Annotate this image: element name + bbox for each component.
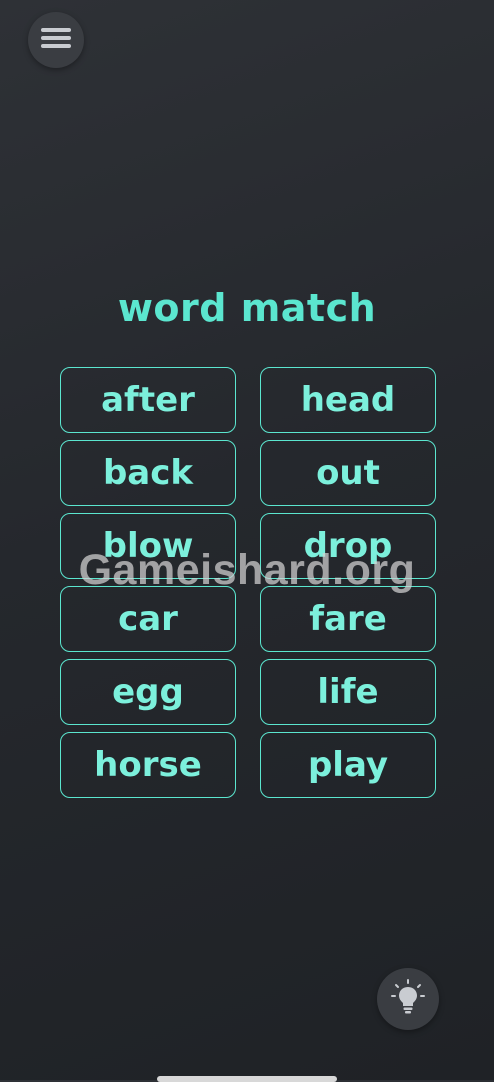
word-grid: after head back out blow drop car fare e… — [60, 367, 436, 798]
word-tile-blow[interactable]: blow — [60, 513, 236, 579]
hamburger-menu-icon — [41, 26, 71, 54]
menu-button[interactable] — [28, 12, 84, 68]
word-tile-play[interactable]: play — [260, 732, 436, 798]
word-tile-fare[interactable]: fare — [260, 586, 436, 652]
word-tile-back[interactable]: back — [60, 440, 236, 506]
word-tile-drop[interactable]: drop — [260, 513, 436, 579]
word-tile-egg[interactable]: egg — [60, 659, 236, 725]
word-tile-car[interactable]: car — [60, 586, 236, 652]
word-tile-head[interactable]: head — [260, 367, 436, 433]
home-indicator — [157, 1076, 337, 1082]
page-title: word match — [117, 286, 377, 330]
word-tile-after[interactable]: after — [60, 367, 236, 433]
lightbulb-icon — [388, 977, 428, 1021]
word-tile-out[interactable]: out — [260, 440, 436, 506]
word-tile-horse[interactable]: horse — [60, 732, 236, 798]
hint-button[interactable] — [377, 968, 439, 1030]
word-tile-life[interactable]: life — [260, 659, 436, 725]
